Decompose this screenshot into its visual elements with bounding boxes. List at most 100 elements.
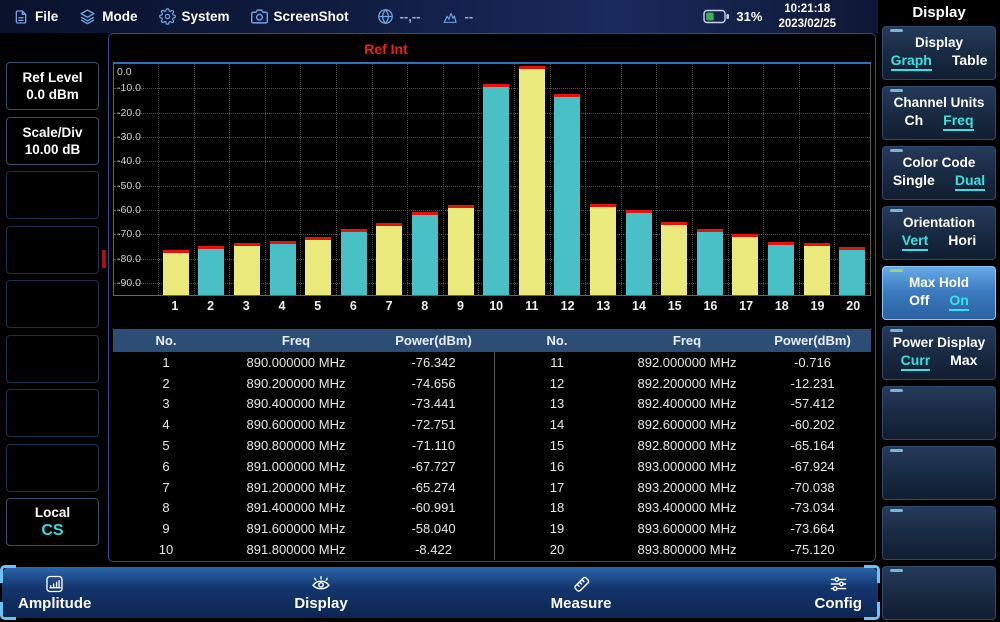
- spectrum-bar-10: [483, 84, 509, 295]
- bottom-menu-label: Config: [814, 595, 861, 612]
- softkey-empty[interactable]: [882, 386, 996, 440]
- table-row: 10891.800000 MHz-8.42220893.800000 MHz-7…: [113, 539, 871, 560]
- option-table[interactable]: Table: [952, 52, 988, 71]
- table-cell: -65.164: [754, 438, 871, 453]
- x-tick-label: 13: [585, 299, 621, 313]
- option-max[interactable]: Max: [950, 352, 977, 371]
- table-cell: 892.200000 MHz: [620, 376, 754, 391]
- softkey-clip: [890, 389, 903, 392]
- table-header-cell: No.: [494, 333, 620, 348]
- spectrum-bar-6: [341, 229, 367, 295]
- spectrum-bar-11: [519, 66, 545, 295]
- spectrum-bar-5: [305, 237, 331, 295]
- spectrum-bar-18: [768, 242, 794, 295]
- table-cell: 890.200000 MHz: [219, 376, 373, 391]
- table-cell: -76.342: [373, 355, 494, 370]
- softkey-empty[interactable]: [6, 444, 99, 492]
- x-tick-label: 15: [657, 299, 693, 313]
- option-freq[interactable]: Freq: [943, 112, 973, 131]
- menu-screenshot[interactable]: ScreenShot: [251, 8, 349, 25]
- softkey-empty[interactable]: [882, 506, 996, 560]
- softkey-channel-units[interactable]: Channel UnitsChFreq: [882, 86, 996, 140]
- softkey-ref-level[interactable]: Ref Level0.0 dBm: [6, 62, 99, 110]
- table-row: 1890.000000 MHz-76.34211892.000000 MHz-0…: [113, 352, 871, 373]
- table-row: 7891.200000 MHz-65.27417893.200000 MHz-7…: [113, 477, 871, 498]
- option-graph[interactable]: Graph: [891, 52, 932, 71]
- softkey-color-code[interactable]: Color CodeSingleDual: [882, 146, 996, 200]
- table-cell: -73.034: [754, 500, 871, 515]
- table-row: 6891.000000 MHz-67.72716893.000000 MHz-6…: [113, 456, 871, 477]
- softkey-title: Power Display: [893, 335, 985, 350]
- table-cell: -60.202: [754, 417, 871, 432]
- x-tick-label: 10: [478, 299, 514, 313]
- softkey-empty[interactable]: [882, 566, 996, 620]
- table-cell: 8: [113, 500, 219, 515]
- table-header-cell: Power(dBm): [754, 333, 871, 348]
- x-tick-label: 16: [693, 299, 729, 313]
- config-icon: [828, 574, 849, 594]
- spectrum-bar-19: [804, 243, 830, 295]
- gear-icon: [159, 8, 176, 25]
- softkey-empty[interactable]: [6, 226, 99, 274]
- menu-file[interactable]: File: [13, 9, 58, 25]
- x-gridline: [550, 64, 551, 295]
- option-ch[interactable]: Ch: [904, 112, 923, 131]
- x-gridline: [336, 64, 337, 295]
- softkey-empty[interactable]: [6, 280, 99, 328]
- y-tick-label: -40.0: [117, 155, 141, 167]
- x-gridline: [621, 64, 622, 295]
- menu-system[interactable]: System: [159, 8, 230, 25]
- table-cell: 18: [494, 500, 620, 515]
- softkey-empty[interactable]: [882, 446, 996, 500]
- table-header-cell: No.: [113, 333, 219, 348]
- bottom-menu-display[interactable]: Display: [294, 574, 347, 612]
- bottom-menu-amplitude[interactable]: Amplitude: [18, 574, 91, 612]
- table-cell: -67.924: [754, 459, 871, 474]
- x-gridline: [514, 64, 515, 295]
- option-off[interactable]: Off: [909, 292, 929, 311]
- option-vert[interactable]: Vert: [902, 232, 928, 251]
- option-on[interactable]: On: [949, 292, 968, 311]
- top-bar: FileModeSystemScreenShot --,---- 31% 10:…: [0, 0, 878, 33]
- softkey-clip: [890, 269, 903, 272]
- x-tick-label: 9: [443, 299, 479, 313]
- table-cell: -73.441: [373, 396, 494, 411]
- option-curr[interactable]: Curr: [901, 352, 931, 371]
- bottom-menu-measure[interactable]: Measure: [551, 574, 612, 612]
- table-cell: 892.400000 MHz: [620, 396, 754, 411]
- x-tick-label: 17: [728, 299, 764, 313]
- softkey-clip: [890, 29, 903, 32]
- table-cell: 893.000000 MHz: [620, 459, 754, 474]
- softkey-value: CS: [41, 522, 63, 540]
- table-cell: -67.727: [373, 459, 494, 474]
- menu-title: Display: [878, 0, 1000, 21]
- softkey-clip: [890, 449, 903, 452]
- table-cell: 893.400000 MHz: [620, 500, 754, 515]
- x-gridline: [656, 64, 657, 295]
- option-hori[interactable]: Hori: [948, 232, 976, 251]
- table-cell: 11: [494, 355, 620, 370]
- softkey-power-display[interactable]: Power Display Curr Max: [882, 326, 996, 380]
- table-cell: 4: [113, 417, 219, 432]
- softkey-empty[interactable]: [6, 335, 99, 383]
- menu-mode[interactable]: Mode: [79, 8, 137, 25]
- table-cell: -57.412: [754, 396, 871, 411]
- softkey-orientation[interactable]: OrientationVertHori: [882, 206, 996, 260]
- softkey-empty[interactable]: [6, 389, 99, 437]
- softkey-local[interactable]: LocalCS: [6, 498, 99, 546]
- softkey-clip: [890, 509, 903, 512]
- softkey-display[interactable]: DisplayGraphTable: [882, 26, 996, 80]
- softkey-max-hold[interactable]: Max HoldOffOn: [882, 266, 996, 320]
- battery-percent: 31%: [736, 9, 762, 24]
- softkey-scale-div[interactable]: Scale/Div10.00 dB: [6, 117, 99, 165]
- menu-label: ScreenShot: [274, 9, 349, 24]
- table-cell: 19: [494, 521, 620, 536]
- corner-bracket: [864, 602, 880, 620]
- option-dual[interactable]: Dual: [955, 172, 985, 191]
- spectrum-bar-1: [163, 250, 189, 295]
- clock: 10:21:18 2023/02/25: [778, 2, 836, 32]
- softkey-empty[interactable]: [6, 171, 99, 219]
- option-single[interactable]: Single: [893, 172, 935, 191]
- bottom-menu-config[interactable]: Config: [814, 574, 861, 612]
- table-cell: -0.716: [754, 355, 871, 370]
